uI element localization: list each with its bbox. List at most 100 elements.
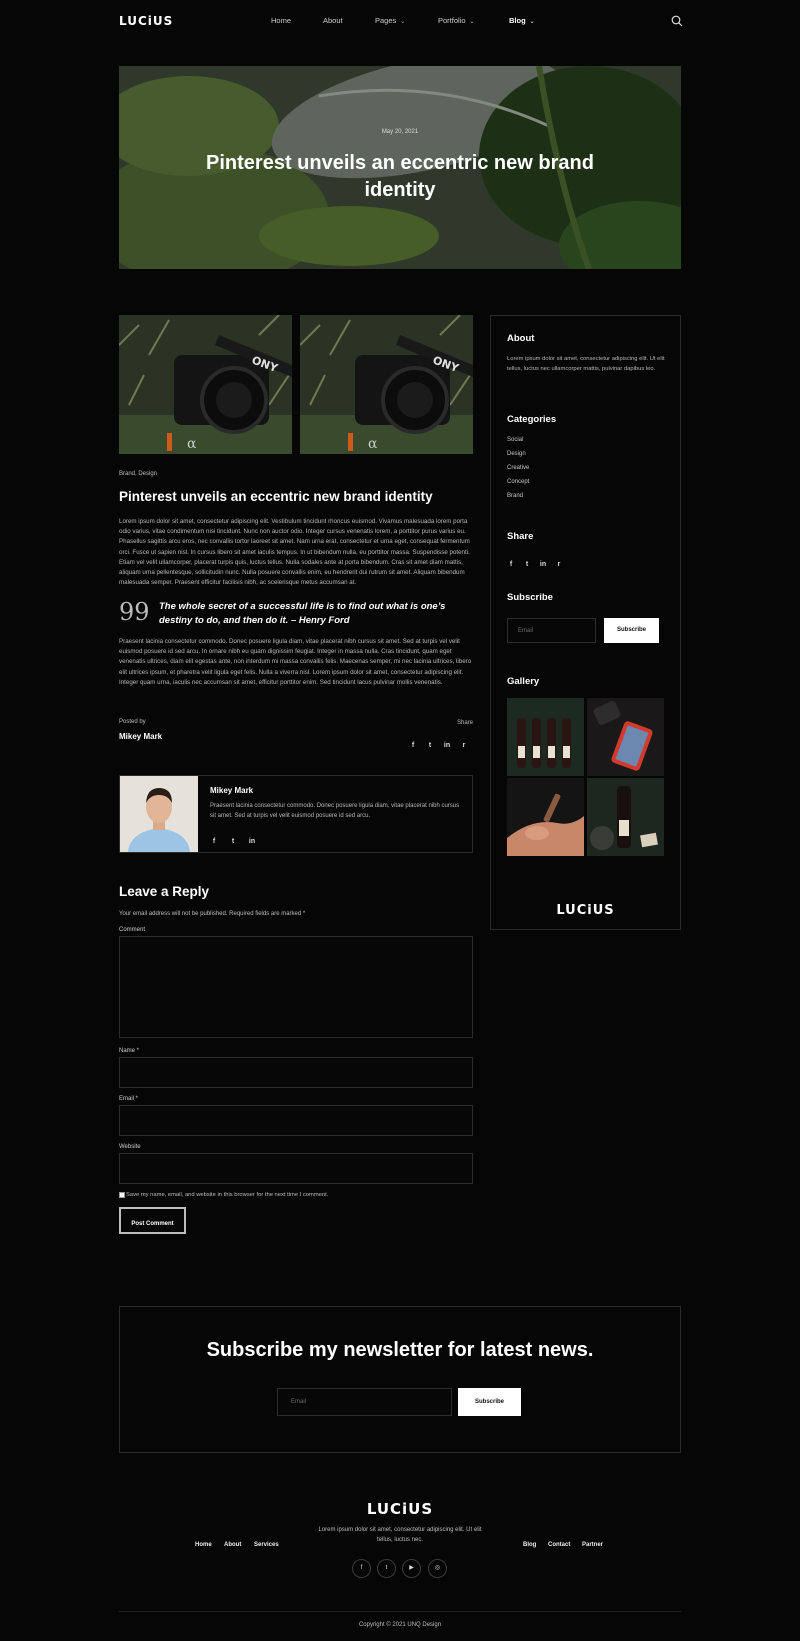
- category-creative[interactable]: Creative: [507, 465, 529, 471]
- nav-blog[interactable]: Blog ⌄: [509, 16, 535, 25]
- footer-divider: [119, 1611, 681, 1612]
- save-info-checkbox[interactable]: [119, 1192, 125, 1198]
- linkedin-icon[interactable]: in: [537, 559, 549, 571]
- name-label: Name *: [119, 1048, 140, 1054]
- sidebar-gallery-title: Gallery: [507, 676, 540, 687]
- website-label: Website: [119, 1144, 141, 1150]
- sidebar-subscribe-title: Subscribe: [507, 592, 553, 603]
- chevron-down-icon: ⌄: [400, 19, 406, 25]
- nav-blog-label: Blog: [509, 16, 526, 25]
- site-logo[interactable]: LUCiUS: [119, 14, 173, 28]
- newsletter-title: Subscribe my newsletter for latest news.: [206, 1339, 594, 1361]
- email-field[interactable]: [119, 1105, 473, 1136]
- email-label: Email *: [119, 1096, 139, 1102]
- website-field[interactable]: [119, 1153, 473, 1184]
- footer-logo[interactable]: LUCiUS: [0, 1500, 800, 1518]
- quote-mark-icon: 99: [119, 598, 150, 626]
- footer-link-services[interactable]: Services: [254, 1542, 279, 1548]
- twitter-icon[interactable]: t: [424, 740, 436, 752]
- author-social: f t in: [208, 830, 258, 848]
- hero-banner: May 20, 2021 Pinterest unveils an eccent…: [119, 66, 681, 269]
- nav-pages[interactable]: Pages ⌄: [375, 16, 405, 25]
- category-design[interactable]: Design: [507, 451, 526, 457]
- footer-link-contact[interactable]: Contact: [548, 1542, 570, 1548]
- post-comment-button[interactable]: Post Comment: [119, 1207, 186, 1234]
- svg-text:α: α: [368, 436, 378, 452]
- linkedin-icon[interactable]: in: [246, 836, 258, 848]
- sidebar-email-input[interactable]: Email: [507, 618, 596, 643]
- save-info-label: Save my name, email, and website in this…: [126, 1192, 329, 1198]
- avatar: [120, 776, 198, 852]
- category-concept[interactable]: Concept: [507, 479, 529, 485]
- reply-note: Your email address will not be published…: [119, 911, 306, 917]
- author-bio: Praesent lacinia consectetur commodo. Do…: [210, 803, 460, 819]
- comment-textarea[interactable]: [119, 936, 473, 1038]
- sidebar-share-icons: f t in r: [505, 553, 565, 571]
- post-comment-label: Post Comment: [131, 1221, 174, 1227]
- sidebar-about-title: About: [507, 333, 535, 344]
- twitter-icon[interactable]: t: [521, 559, 533, 571]
- sidebar-categories-title: Categories: [507, 414, 557, 425]
- hero-date: May 20, 2021: [381, 129, 419, 135]
- newsletter-subscribe-label: Subscribe: [474, 1399, 504, 1405]
- nav-pages-label: Pages: [375, 16, 397, 25]
- footer-link-blog[interactable]: Blog: [523, 1542, 536, 1548]
- footer-link-home[interactable]: Home: [195, 1542, 212, 1548]
- gallery-image-2[interactable]: [587, 698, 664, 776]
- reddit-icon[interactable]: r: [458, 740, 470, 752]
- sidebar-subscribe-button[interactable]: Subscribe: [604, 618, 659, 643]
- footer-text: Lorem ipsum dolor sit amet, consectetur …: [318, 1527, 482, 1543]
- twitter-icon[interactable]: t: [377, 1559, 396, 1578]
- post-image-2: ONY α: [300, 315, 473, 454]
- hero-title: Pinterest unveils an eccentric new brand…: [206, 152, 594, 201]
- facebook-icon[interactable]: f: [208, 836, 220, 848]
- comment-label: Comment: [119, 927, 146, 933]
- post-tags[interactable]: Brand, Design: [119, 471, 157, 477]
- chevron-down-icon: ⌄: [469, 19, 475, 25]
- newsletter-email-input[interactable]: Email: [277, 1388, 452, 1416]
- gallery-image-1[interactable]: [507, 698, 584, 776]
- nav-portfolio[interactable]: Portfolio ⌄: [438, 16, 475, 25]
- facebook-icon[interactable]: f: [352, 1559, 371, 1578]
- newsletter-subscribe-button[interactable]: Subscribe: [458, 1388, 521, 1416]
- share-label: Share: [457, 720, 474, 726]
- twitter-icon[interactable]: t: [227, 836, 239, 848]
- gallery-image-4[interactable]: [587, 778, 664, 856]
- category-brand[interactable]: Brand: [507, 493, 523, 499]
- sidebar-about-text: Lorem ipsum dolor sit amet, consectetur …: [507, 356, 665, 372]
- sidebar: About Lorem ipsum dolor sit amet, consec…: [490, 315, 681, 930]
- sidebar-share-title: Share: [507, 531, 534, 542]
- facebook-icon[interactable]: f: [407, 740, 419, 752]
- copyright: Copyright © 2021 UNQ Design: [358, 1622, 442, 1628]
- reply-title: Leave a Reply: [119, 884, 210, 899]
- newsletter-email-placeholder: Email: [291, 1399, 307, 1405]
- search-icon[interactable]: [671, 14, 683, 27]
- footer-link-partner[interactable]: Partner: [582, 1542, 603, 1548]
- post-title: Pinterest unveils an eccentric new brand…: [119, 489, 433, 504]
- author-box: Mikey Mark Praesent lacinia consectetur …: [119, 775, 473, 853]
- post-author[interactable]: Mikey Mark: [119, 732, 162, 741]
- post-share-icons: f t in r: [407, 734, 470, 752]
- nav-about-label: About: [323, 16, 343, 25]
- posted-by-label: Posted by: [119, 719, 146, 725]
- nav-home[interactable]: Home: [271, 16, 291, 25]
- footer-link-about[interactable]: About: [224, 1542, 241, 1548]
- blockquote: The whole secret of a successful life is…: [159, 601, 446, 626]
- svg-text:α: α: [187, 436, 197, 452]
- category-social[interactable]: Social: [507, 437, 523, 443]
- nav-about[interactable]: About: [323, 16, 343, 25]
- sidebar-logo: LUCiUS: [556, 903, 615, 918]
- sidebar-email-placeholder: Email: [518, 628, 534, 634]
- author-name[interactable]: Mikey Mark: [210, 786, 253, 795]
- post-image-1: ONY α: [119, 315, 292, 454]
- youtube-icon[interactable]: ▶: [402, 1559, 421, 1578]
- instagram-icon[interactable]: ◎: [428, 1559, 447, 1578]
- chevron-down-icon: ⌄: [529, 19, 535, 25]
- name-field[interactable]: [119, 1057, 473, 1088]
- post-body-1: Lorem ipsum dolor sit amet, consectetur …: [119, 518, 470, 587]
- facebook-icon[interactable]: f: [505, 559, 517, 571]
- linkedin-icon[interactable]: in: [441, 740, 453, 752]
- reddit-icon[interactable]: r: [553, 559, 565, 571]
- gallery-image-3[interactable]: [507, 778, 584, 856]
- sidebar-subscribe-label: Subscribe: [616, 627, 646, 633]
